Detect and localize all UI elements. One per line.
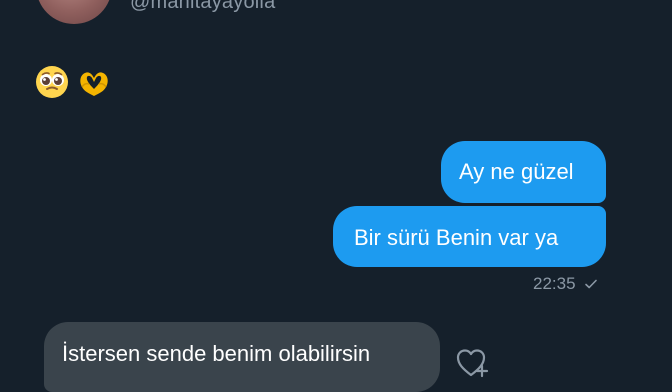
avatar[interactable] [36,0,112,24]
sent-message-bir-suru-benin[interactable]: Bir sürü Benin var ya [333,206,606,267]
received-message-istersen[interactable]: İstersen sende benim olabilirsin [44,322,440,392]
check-icon [584,279,597,289]
dm-chat-screen: @manitayayolla Ay ne güzel Bir sürü Beni… [0,0,672,392]
sent-message-ay-ne-guzel[interactable]: Ay ne güzel [441,141,606,203]
heart-hands-emoji [80,72,108,96]
user-handle: @manitayayolla [130,0,276,13]
message-meta: 22:35 [533,274,598,294]
emoji-message [34,64,112,100]
heart-plus-icon[interactable] [454,345,492,379]
message-timestamp: 22:35 [533,274,576,293]
pleading-face-emoji [36,66,68,98]
